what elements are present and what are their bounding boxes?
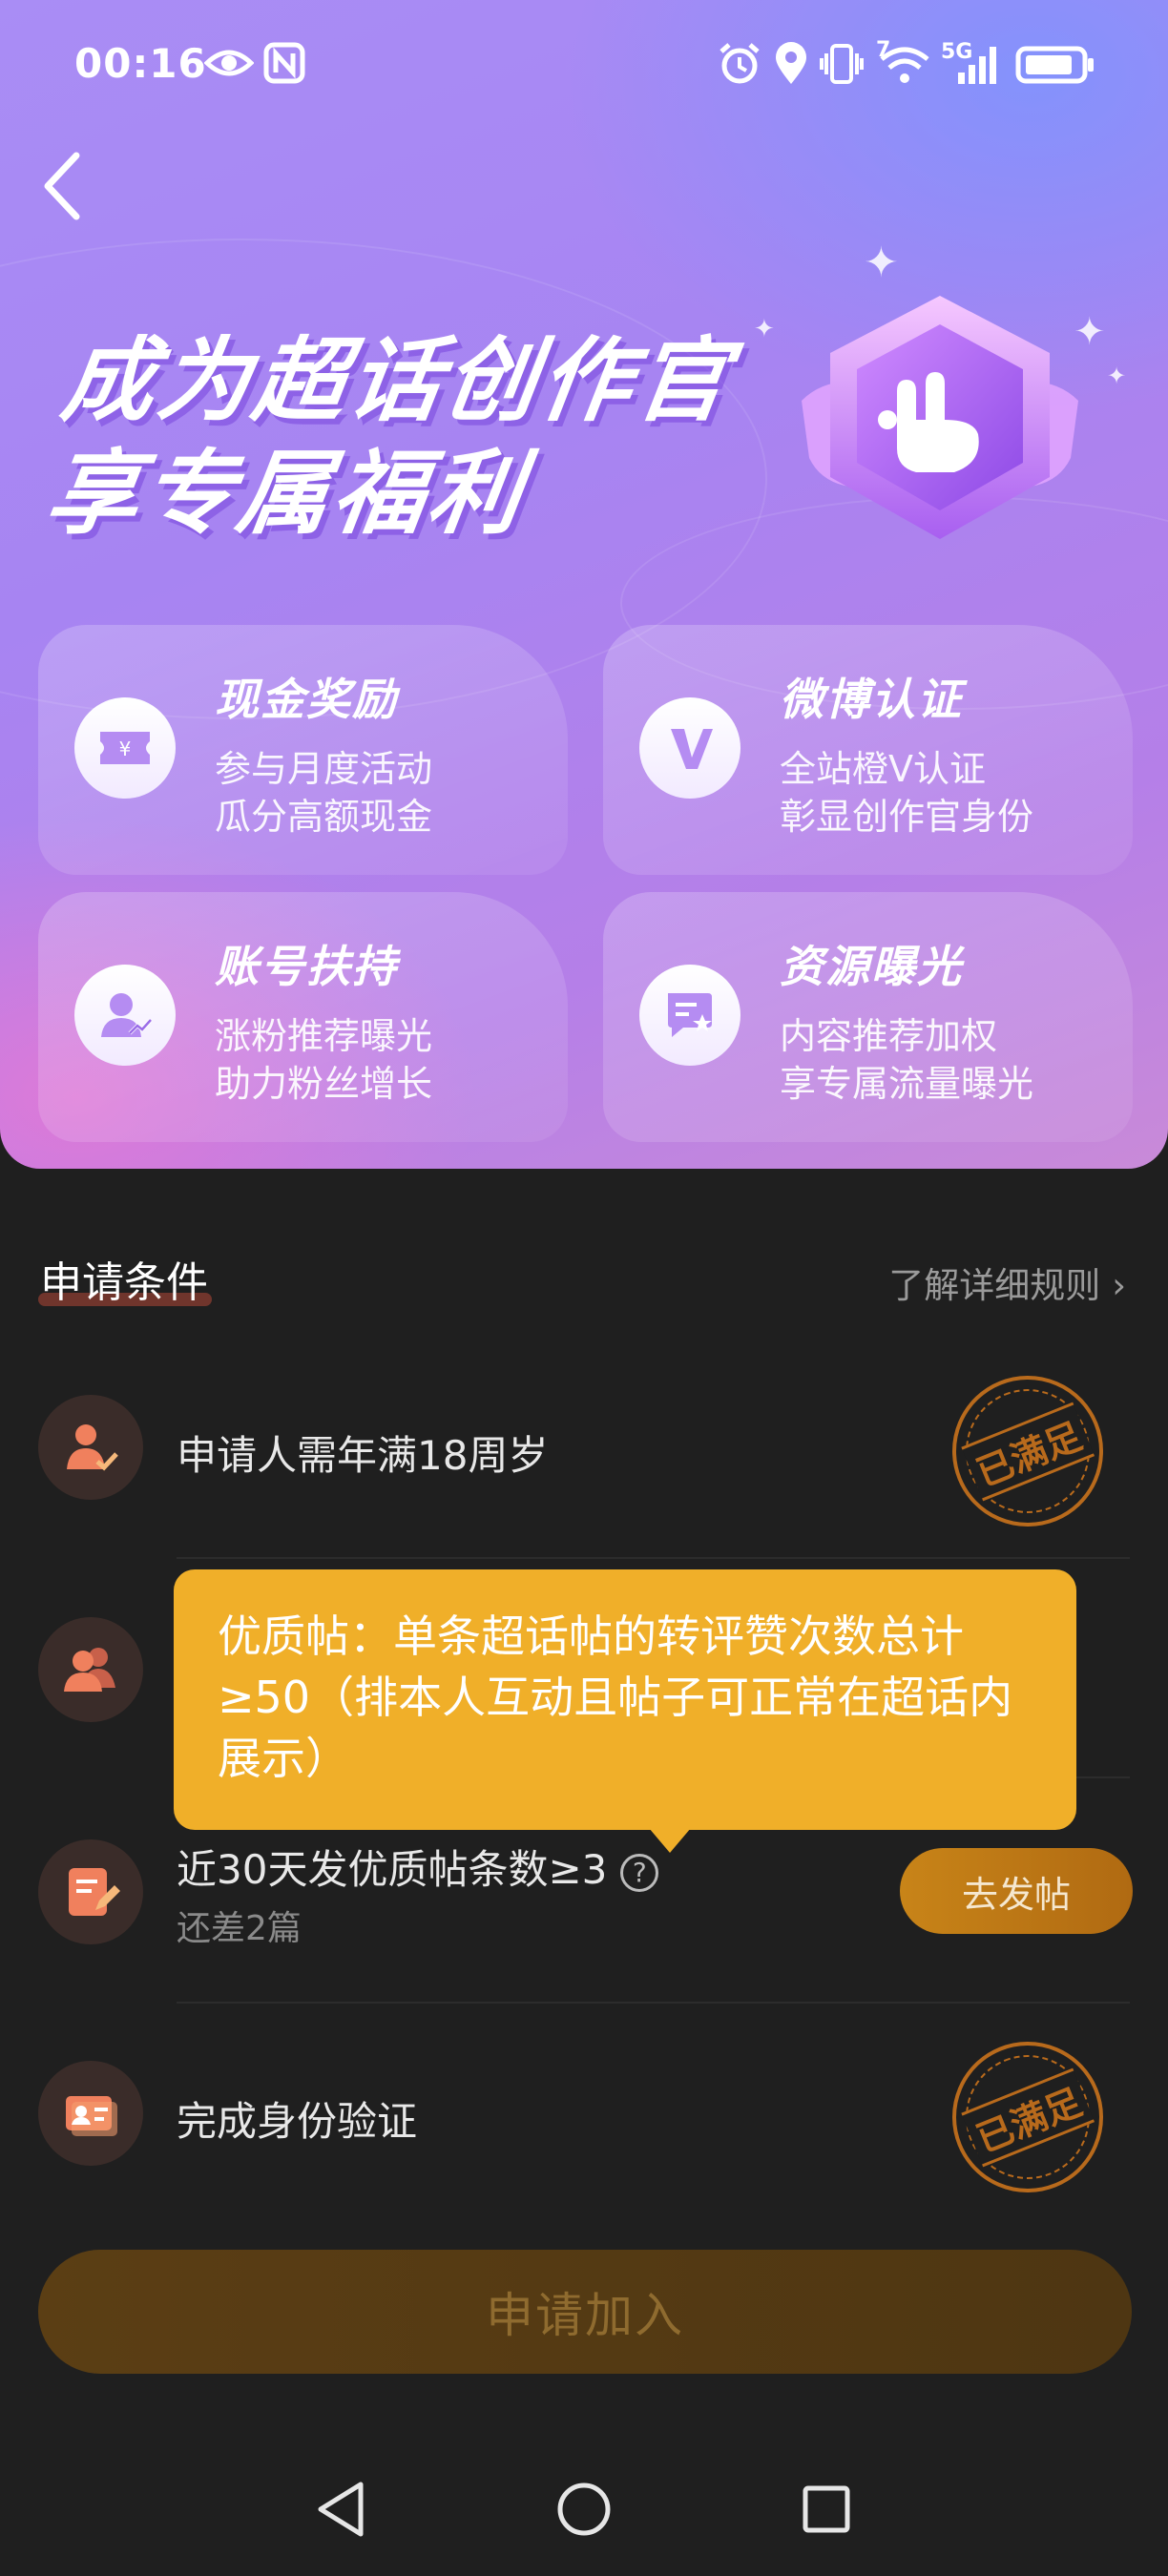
triangle-back-icon [318, 2482, 364, 2537]
rules-link-label: 了解详细规则 [888, 1265, 1101, 1306]
benefit-icon-circle [74, 965, 176, 1066]
benefit-icon-circle: ¥ [74, 697, 176, 799]
condition-text-label: 近30天发优质帖条数≥3 [177, 1846, 608, 1893]
users-icon [64, 1648, 115, 1692]
square-recents-icon [803, 2485, 850, 2533]
benefit-card-verify: 微博认证 全站橙V认证 彰显创作官身份 [603, 625, 1133, 875]
alarm-icon [720, 43, 760, 84]
apply-join-button[interactable]: 申请加入 [38, 2250, 1132, 2374]
benefit-icon-circle [639, 697, 740, 799]
ticket-icon: ¥ [100, 732, 150, 764]
rock-hand-badge-icon [802, 296, 1078, 539]
condition-row-identity: 完成身份验证 已满足 [0, 2019, 1168, 2215]
benefit-desc: 涨粉推荐曝光 [215, 1015, 433, 1057]
benefit-title: 微博认证 [780, 674, 963, 725]
go-post-button[interactable]: 去发帖 [900, 1848, 1133, 1934]
signal-icon [958, 47, 996, 84]
location-icon [776, 42, 806, 84]
hero-title: 成为超话创作官 享专属福利 [39, 324, 739, 550]
wifi-label: 7 [876, 38, 891, 62]
back-arrow-icon[interactable] [34, 148, 92, 224]
user-growth-icon [101, 993, 153, 1037]
benefit-card-exposure: 资源曝光 内容推荐加权 享专属流量曝光 [603, 892, 1133, 1142]
sparkle-icon: ✦ [1074, 310, 1106, 354]
condition-icon [38, 1839, 143, 1944]
condition-icon [38, 2061, 143, 2166]
circle-home-icon [557, 2483, 611, 2536]
sparkle-icon: ✦ [1107, 363, 1127, 389]
svg-text:¥: ¥ [119, 737, 132, 760]
quality-post-tooltip: 优质帖：单条超话帖的转评赞次数总计≥50（排本人互动且帖子可正常在超话内展示） [174, 1569, 1076, 1853]
edit-post-icon [69, 1868, 120, 1916]
condition-text: 完成身份验证 [177, 2098, 418, 2145]
benefit-desc: 参与月度活动 [215, 748, 433, 790]
fulfilled-stamp: 已满足 [929, 1353, 1126, 1549]
hero-title-line1: 成为超话创作官 [55, 327, 740, 434]
system-nav-bar [0, 2442, 1168, 2576]
condition-row-age: 申请人需年满18周岁 已满足 [0, 1353, 1168, 1549]
nav-back-button[interactable] [303, 2471, 380, 2547]
nav-recents-button[interactable] [788, 2471, 865, 2547]
benefit-desc: 彰显创作官身份 [780, 796, 1034, 838]
id-card-icon [66, 2096, 117, 2136]
nfc-icon [263, 42, 305, 84]
chevron-right-icon: › [1112, 1265, 1126, 1306]
conditions-title: 申请条件 [40, 1258, 208, 1307]
v-verified-icon [671, 729, 713, 769]
divider [177, 1557, 1130, 1559]
benefit-desc: 内容推荐加权 [780, 1015, 998, 1057]
hero-banner: 00:16 7 5G 成为超话创作官 享专属福利 ✦ ✦ ✦ ✦ ¥ 现金奖励 … [0, 0, 1168, 1169]
hero-title-line2: 享专属福利 [39, 440, 532, 547]
user-check-icon [67, 1424, 118, 1471]
benefit-desc: 瓜分高额现金 [215, 796, 433, 838]
eye-icon [204, 50, 254, 76]
rules-link[interactable]: 了解详细规则 › [888, 1257, 1126, 1308]
benefit-title: 资源曝光 [780, 941, 963, 992]
condition-text: 近30天发优质帖条数≥3? [177, 1838, 659, 1896]
benefit-card-cash: ¥ 现金奖励 参与月度活动 瓜分高额现金 [38, 625, 568, 875]
condition-icon [38, 1395, 143, 1500]
creator-badge-illustration [782, 277, 1097, 582]
benefit-title: 现金奖励 [215, 674, 398, 725]
benefit-desc: 助力粉丝增长 [215, 1063, 433, 1105]
benefit-card-support: 账号扶持 涨粉推荐曝光 助力粉丝增长 [38, 892, 568, 1142]
content-star-icon [668, 993, 712, 1037]
benefit-desc: 全站橙V认证 [780, 748, 986, 790]
sparkle-icon: ✦ [864, 239, 899, 287]
benefit-icon-circle [639, 965, 740, 1066]
battery-icon [1015, 46, 1094, 84]
status-time: 00:16 [74, 40, 207, 87]
sparkle-icon: ✦ [754, 315, 775, 343]
condition-icon [38, 1617, 143, 1722]
vibrate-icon [820, 44, 864, 84]
benefit-desc: 享专属流量曝光 [780, 1063, 1034, 1105]
divider [177, 2002, 1130, 2004]
status-bar: 00:16 7 5G [0, 0, 1168, 134]
nav-home-button[interactable] [546, 2471, 622, 2547]
fulfilled-stamp: 已满足 [929, 2019, 1126, 2215]
benefit-title: 账号扶持 [215, 941, 398, 992]
condition-progress: 还差2篇 [177, 1909, 302, 1948]
condition-text: 申请人需年满18周岁 [177, 1432, 549, 1479]
help-icon[interactable]: ? [620, 1853, 659, 1892]
